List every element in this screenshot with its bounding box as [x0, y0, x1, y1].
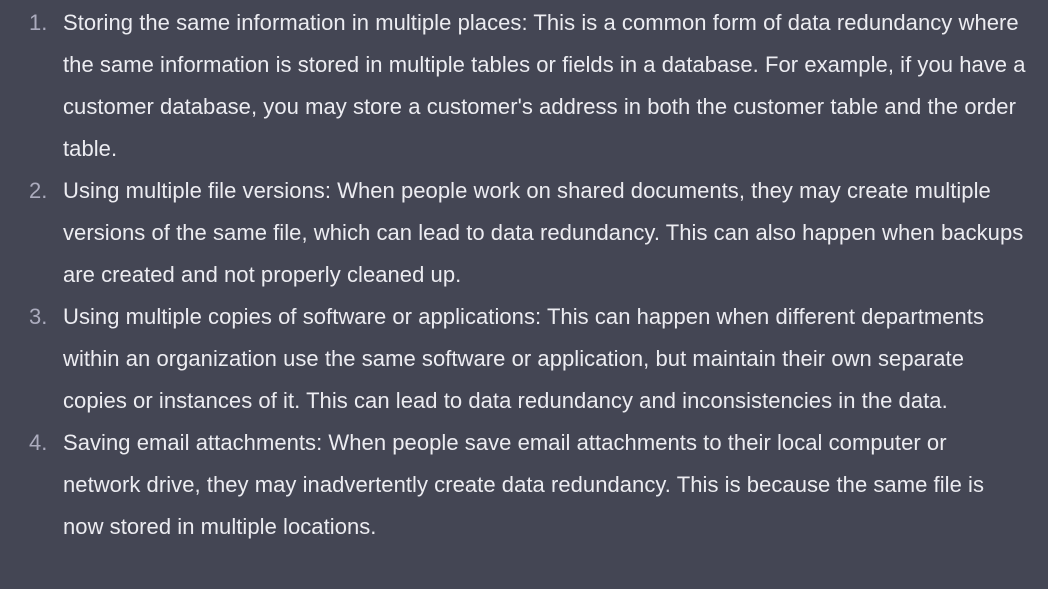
- list-item-text: Using multiple file versions: When peopl…: [63, 178, 1024, 287]
- list-item: 2. Using multiple file versions: When pe…: [0, 170, 1048, 296]
- numbered-list: 1. Storing the same information in multi…: [0, 2, 1048, 548]
- list-item: 1. Storing the same information in multi…: [0, 2, 1048, 170]
- list-item-text: Using multiple copies of software or app…: [63, 304, 985, 413]
- list-item-number: 1.: [29, 10, 48, 35]
- list-item-text: Storing the same information in multiple…: [63, 10, 1026, 161]
- list-item-text: Saving email attachments: When people sa…: [63, 430, 985, 539]
- list-item: 4. Saving email attachments: When people…: [0, 422, 1048, 548]
- list-item-number: 3.: [29, 304, 48, 329]
- list-item-number: 4.: [29, 430, 48, 455]
- list-item-number: 2.: [29, 178, 48, 203]
- chat-response: 1. Storing the same information in multi…: [0, 0, 1048, 589]
- list-item: 3. Using multiple copies of software or …: [0, 296, 1048, 422]
